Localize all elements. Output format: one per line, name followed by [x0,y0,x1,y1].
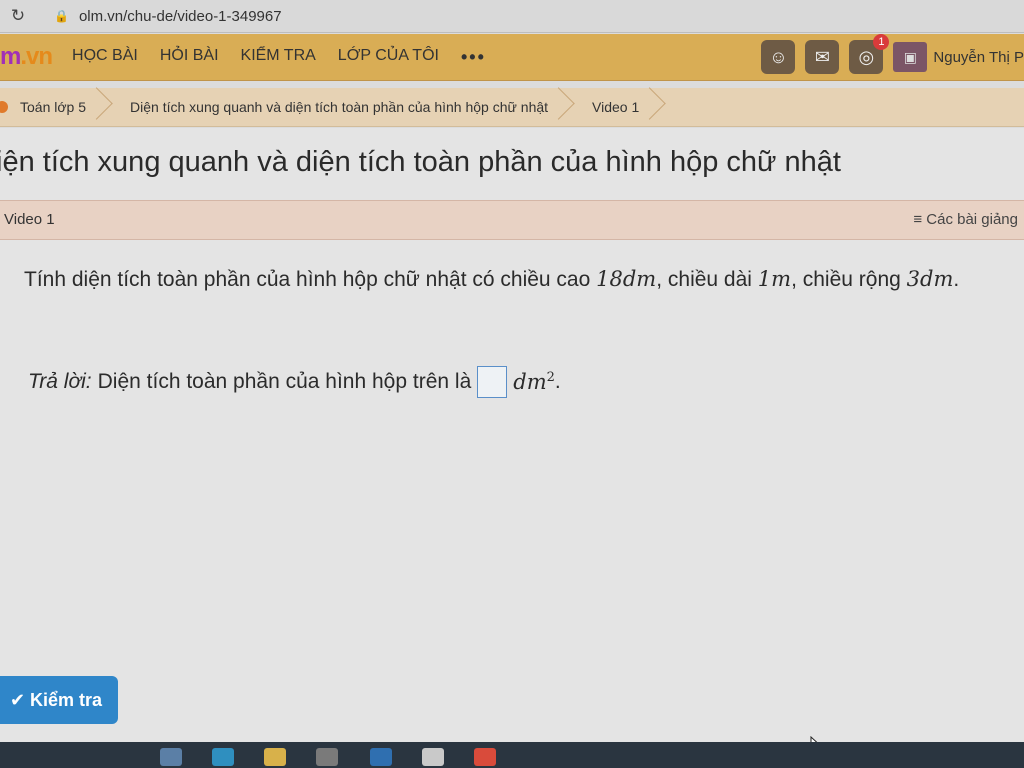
browser-address-bar: ↻ 🔒 olm.vn/chu-de/video-1-349967 [0,0,1024,33]
answer-unit: dm2 [513,370,555,394]
breadcrumb-item-subject[interactable]: Toán lớp 5 [0,88,112,126]
breadcrumb-label: Diện tích xung quanh và diện tích toàn p… [130,99,549,115]
site-logo[interactable]: m.vn [0,43,53,71]
os-taskbar [0,742,1024,768]
nav-item-kiem-tra[interactable]: KIỂM TRA [241,47,316,68]
answer-prefix: Trả lời: [28,370,92,393]
main-content: iện tích xung quanh và diện tích toàn ph… [0,128,1024,757]
friends-icon[interactable]: ☺ [761,40,796,74]
notification-badge: 1 [873,34,890,50]
check-button[interactable]: ✔ Kiểm tra [0,676,118,724]
unit-base: dm [513,370,547,394]
more-menu-icon[interactable]: ••• [461,47,486,68]
answer-end: . [554,370,561,393]
page-title: iện tích xung quanh và diện tích toàn ph… [0,146,841,178]
taskbar-app-icon[interactable] [422,748,444,766]
folder-icon[interactable] [264,748,286,766]
breadcrumb-label: Video 1 [592,99,640,115]
question-part: Tính diện tích toàn phần của hình hộp ch… [24,268,597,291]
logo-prefix: m [0,43,21,70]
nav-item-hoi-bai[interactable]: HỎI BÀI [160,47,219,68]
reload-icon[interactable]: ↻ [8,6,28,26]
breadcrumb-item-video[interactable]: Video 1 [574,88,665,126]
notifications-icon[interactable]: ◎ 1 [849,34,890,74]
logo-suffix: .vn [20,43,53,70]
site-top-nav: m.vn HỌC BÀI HỎI BÀI KIỂM TRA LỚP CỦA TÔ… [0,34,1024,81]
avatar[interactable]: ▣ [893,42,928,72]
username[interactable]: Nguyễn Thị P [933,49,1024,66]
breadcrumb: Toán lớp 5 Diện tích xung quanh và diện … [0,88,1024,127]
math-length: 1m [757,267,792,291]
lock-icon: 🔒 [54,9,69,23]
question-part: , chiều rộng [791,268,907,291]
math-height: 18dm [596,267,657,291]
answer-text: Diện tích toàn phần của hình hộp trên là [97,370,472,393]
breadcrumb-label: Toán lớp 5 [20,99,87,115]
math-width: 3dm [906,267,954,291]
answer-line: Trả lời: Diện tích toàn phần của hình hộ… [28,366,561,398]
video-header-bar: Video 1 ≡ Các bài giảng [0,200,1024,240]
video-label: Video 1 [4,211,55,228]
breadcrumb-item-topic[interactable]: Diện tích xung quanh và diện tích toàn p… [112,88,574,126]
nav-menu: HỌC BÀI HỎI BÀI KIỂM TRA LỚP CỦA TÔI ••• [72,47,486,68]
lessons-list-link[interactable]: ≡ Các bài giảng [913,211,1018,228]
question-part: . [953,268,960,291]
nav-item-hoc-bai[interactable]: HỌC BÀI [72,47,138,68]
breadcrumb-dot-icon [0,101,8,113]
answer-input[interactable] [477,366,508,398]
mail-icon[interactable] [370,748,392,766]
chrome-icon[interactable] [474,748,496,766]
nav-user-area: ☺ ✉ ◎ 1 ▣ Nguyễn Thị P [761,34,1024,74]
question-text: Tính diện tích toàn phần của hình hộp ch… [24,256,1024,303]
taskbar-app-icon[interactable] [160,748,182,766]
nav-item-lop-cua-toi[interactable]: LỚP CỦA TÔI [338,47,439,68]
store-icon[interactable] [316,748,338,766]
question-part: , chiều dài [656,268,758,291]
taskbar-app-icon[interactable] [212,748,234,766]
messages-icon[interactable]: ✉ [805,40,840,74]
unit-power: 2 [546,370,555,385]
url-text[interactable]: olm.vn/chu-de/video-1-349967 [79,8,282,25]
